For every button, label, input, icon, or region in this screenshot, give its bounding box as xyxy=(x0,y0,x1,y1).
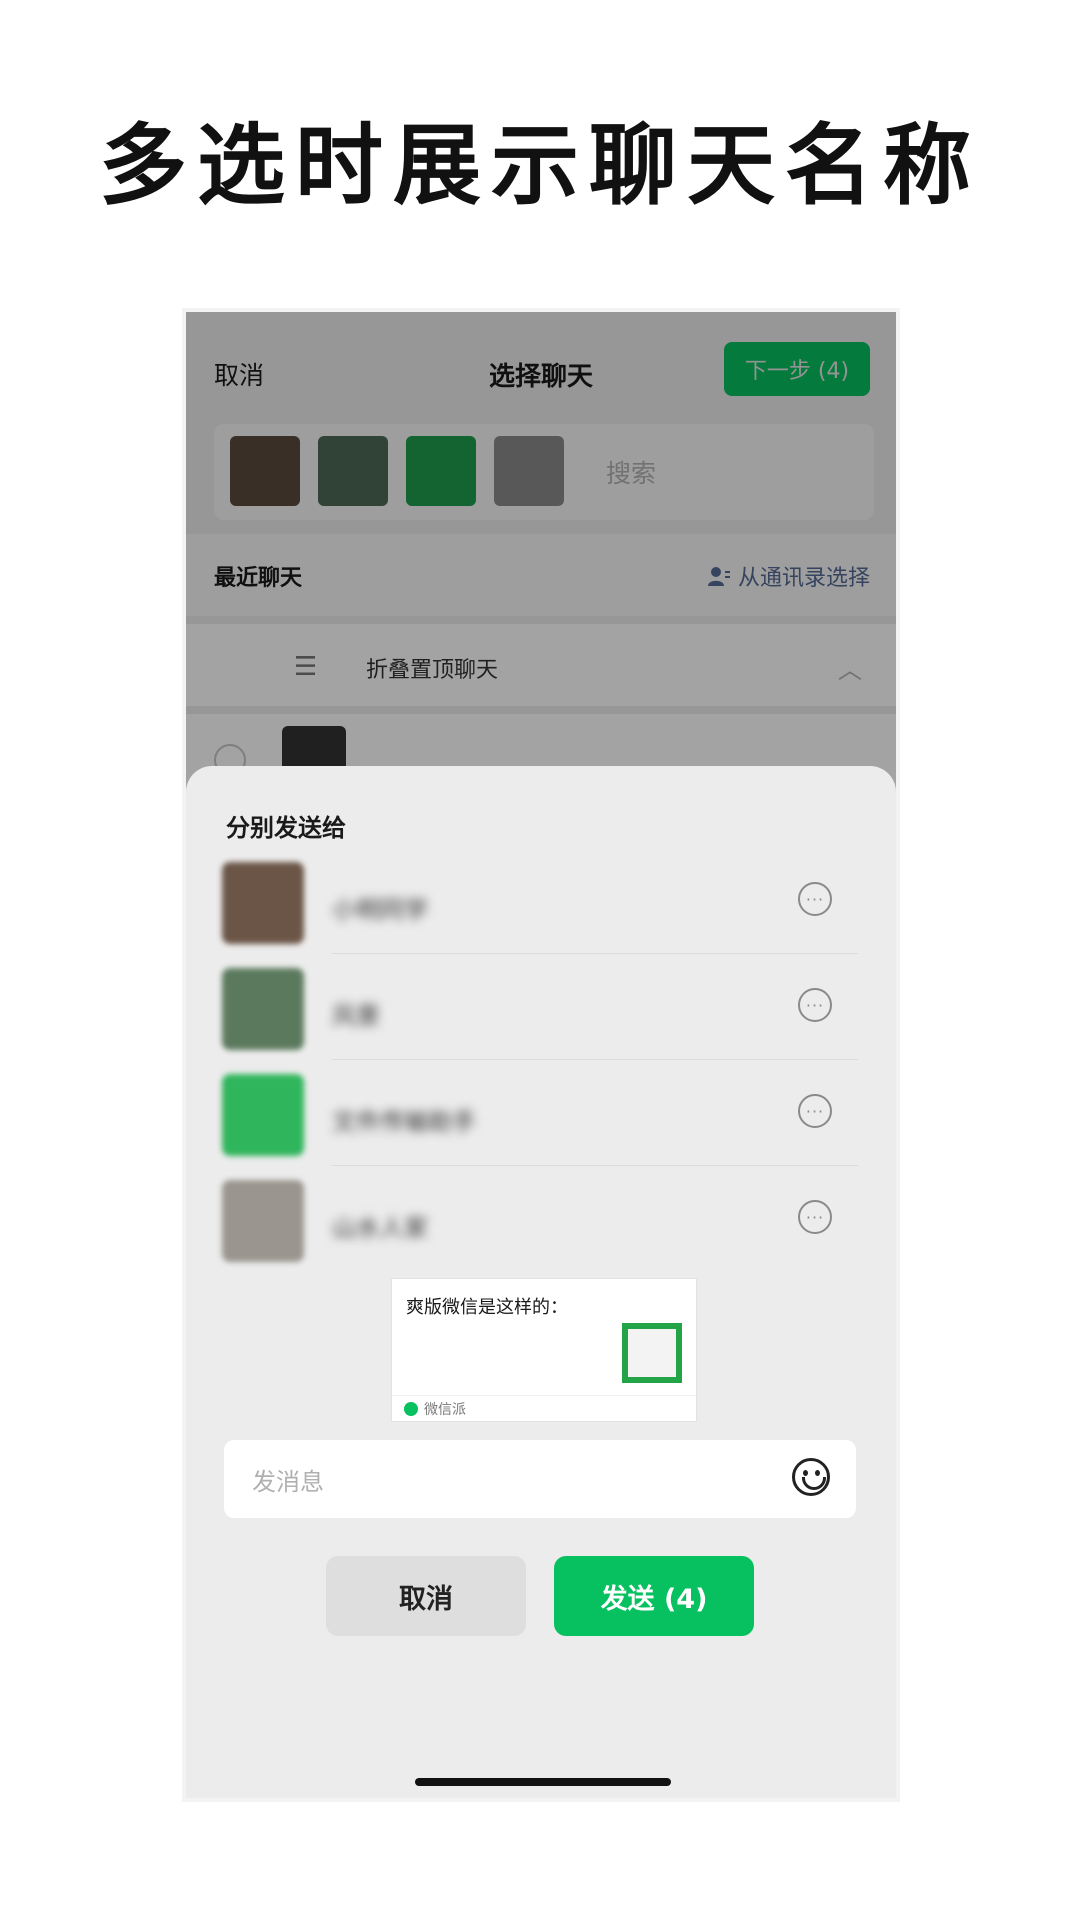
home-indicator[interactable] xyxy=(415,1778,671,1786)
recipient-name: 风景 xyxy=(332,1002,380,1030)
recipient-name: 小明同学 xyxy=(332,896,428,924)
wechat-logo-icon xyxy=(404,1401,418,1416)
page-headline: 多选时展示聊天名称 xyxy=(98,114,981,217)
sheet-title: 分别发送给 xyxy=(226,814,346,842)
card-footer: 微信派 xyxy=(392,1395,696,1421)
recipient-row: 山水人家 ··· xyxy=(186,1166,896,1272)
message-placeholder: 发消息 xyxy=(252,1468,324,1496)
more-icon[interactable]: ··· xyxy=(798,988,832,1022)
recipient-name: 文件传输助手 xyxy=(332,1108,476,1136)
more-icon[interactable]: ··· xyxy=(798,1200,832,1234)
recipient-row: 小明同学 ··· xyxy=(186,848,896,954)
card-source: 微信派 xyxy=(424,1401,466,1418)
phone-screen: 取消 选择聊天 下一步 (4) 搜索 最近聊天 从通讯录选择 ☰ 折叠置顶聊天 … xyxy=(182,308,900,1802)
avatar xyxy=(222,968,304,1050)
emoji-icon[interactable] xyxy=(792,1458,830,1496)
more-icon[interactable]: ··· xyxy=(798,882,832,916)
avatar xyxy=(222,1180,304,1262)
recipient-row: 风景 ··· xyxy=(186,954,896,1060)
send-separately-sheet: 分别发送给 小明同学 ··· 风景 ··· 文件传输助手 ··· 山水人家 ··… xyxy=(186,766,896,1798)
avatar xyxy=(222,862,304,944)
card-thumbnail xyxy=(622,1323,682,1383)
card-title: 爽版微信是这样的： xyxy=(406,1297,568,1318)
avatar xyxy=(222,1074,304,1156)
shared-article-card[interactable]: 爽版微信是这样的： 微信派 xyxy=(391,1278,697,1422)
recipient-name: 山水人家 xyxy=(332,1214,428,1242)
message-input[interactable]: 发消息 xyxy=(224,1440,856,1518)
recipient-row: 文件传输助手 ··· xyxy=(186,1060,896,1166)
cancel-button[interactable]: 取消 xyxy=(326,1556,526,1636)
more-icon[interactable]: ··· xyxy=(798,1094,832,1128)
send-button[interactable]: 发送 (4) xyxy=(554,1556,754,1636)
